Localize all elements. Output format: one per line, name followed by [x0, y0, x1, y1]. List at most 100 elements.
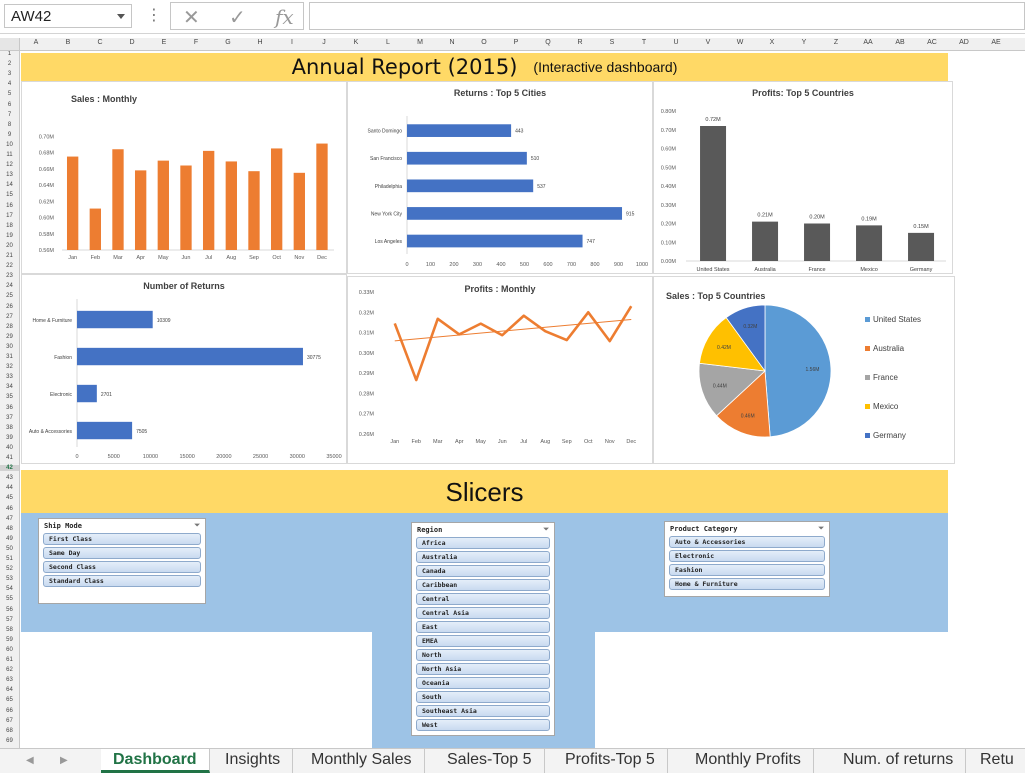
- column-header-G[interactable]: G: [212, 39, 244, 46]
- row-header-12[interactable]: 12: [0, 162, 19, 168]
- row-header-26[interactable]: 26: [0, 304, 19, 310]
- column-header-C[interactable]: C: [84, 39, 116, 46]
- sheet-tab[interactable]: Monthly Profits: [683, 749, 814, 773]
- slicer-item[interactable]: Central Asia: [416, 607, 550, 619]
- row-header-15[interactable]: 15: [0, 192, 19, 198]
- column-header-AB[interactable]: AB: [884, 39, 916, 46]
- row-header-28[interactable]: 28: [0, 324, 19, 330]
- slicer-item[interactable]: Auto & Accessories: [669, 536, 825, 548]
- row-header-27[interactable]: 27: [0, 314, 19, 320]
- name-box[interactable]: AW42: [4, 4, 132, 28]
- row-header-9[interactable]: 9: [0, 132, 19, 138]
- row-header-53[interactable]: 53: [0, 576, 19, 582]
- sheet-tab[interactable]: Retu: [968, 749, 1025, 773]
- chart-sales-monthly[interactable]: Sales : Monthly 0.56M 0.58M 0.60M 0.62M 0.64…: [21, 81, 347, 274]
- cancel-icon[interactable]: ✕: [183, 5, 200, 30]
- column-header-D[interactable]: D: [116, 39, 148, 46]
- row-header-60[interactable]: 60: [0, 647, 19, 653]
- sheet-tab[interactable]: Insights: [213, 749, 294, 773]
- column-header-AA[interactable]: AA: [852, 39, 884, 46]
- row-header-33[interactable]: 33: [0, 374, 19, 380]
- slicer-item[interactable]: Caribbean: [416, 579, 550, 591]
- slicer-ship-mode[interactable]: Ship Mode ⏷ First Class Same Day Second Cla…: [38, 518, 206, 604]
- row-header-68[interactable]: 68: [0, 728, 19, 734]
- column-header-F[interactable]: F: [180, 39, 212, 46]
- row-header-54[interactable]: 54: [0, 586, 19, 592]
- row-header-8[interactable]: 8: [0, 122, 19, 128]
- column-header-AE[interactable]: AE: [980, 39, 1012, 46]
- row-header-48[interactable]: 48: [0, 526, 19, 532]
- column-header-Z[interactable]: Z: [820, 39, 852, 46]
- slicer-item[interactable]: Same Day: [43, 547, 201, 559]
- row-header-38[interactable]: 38: [0, 425, 19, 431]
- row-header-14[interactable]: 14: [0, 182, 19, 188]
- check-icon[interactable]: ✓: [229, 5, 246, 30]
- more-options-icon[interactable]: ⋮: [146, 5, 162, 25]
- slicer-item[interactable]: First Class: [43, 533, 201, 545]
- slicer-item[interactable]: Home & Furniture: [669, 578, 825, 590]
- row-header-35[interactable]: 35: [0, 394, 19, 400]
- column-header-T[interactable]: T: [628, 39, 660, 46]
- row-header-64[interactable]: 64: [0, 687, 19, 693]
- column-header-H[interactable]: H: [244, 39, 276, 46]
- sheet-tab[interactable]: Num. of returns: [831, 749, 967, 773]
- row-header-61[interactable]: 61: [0, 657, 19, 663]
- row-header-25[interactable]: 25: [0, 293, 19, 299]
- column-header-W[interactable]: W: [724, 39, 756, 46]
- row-header-42[interactable]: 42: [0, 465, 19, 472]
- row-header-23[interactable]: 23: [0, 273, 19, 279]
- row-header-51[interactable]: 51: [0, 556, 19, 562]
- slicer-region[interactable]: Region ⏷ Africa Australia Canada Caribbean Ce…: [411, 522, 555, 736]
- column-header-AC[interactable]: AC: [916, 39, 948, 46]
- row-header-49[interactable]: 49: [0, 536, 19, 542]
- chart-profits-top5-countries[interactable]: Profits: Top 5 Countries 0.00M 0.10M 0.20M…: [653, 81, 953, 274]
- column-header-S[interactable]: S: [596, 39, 628, 46]
- column-header-U[interactable]: U: [660, 39, 692, 46]
- row-header-67[interactable]: 67: [0, 718, 19, 724]
- column-header-V[interactable]: V: [692, 39, 724, 46]
- slicer-item[interactable]: Second Class: [43, 561, 201, 573]
- row-header-59[interactable]: 59: [0, 637, 19, 643]
- sheet-tab[interactable]: Monthly Sales: [299, 749, 425, 773]
- slicer-item[interactable]: West: [416, 719, 550, 731]
- column-header-B[interactable]: B: [52, 39, 84, 46]
- column-header-A[interactable]: A: [20, 39, 52, 46]
- row-header-29[interactable]: 29: [0, 334, 19, 340]
- scroll-left-icon[interactable]: ◀: [26, 755, 34, 766]
- slicer-item[interactable]: South: [416, 691, 550, 703]
- slicer-item[interactable]: Southeast Asia: [416, 705, 550, 717]
- row-header-50[interactable]: 50: [0, 546, 19, 552]
- row-header-57[interactable]: 57: [0, 617, 19, 623]
- clear-filter-icon[interactable]: ⏷: [543, 525, 549, 534]
- slicer-item[interactable]: Fashion: [669, 564, 825, 576]
- column-header-N[interactable]: N: [436, 39, 468, 46]
- row-header-47[interactable]: 47: [0, 516, 19, 522]
- column-header-K[interactable]: K: [340, 39, 372, 46]
- row-header-56[interactable]: 56: [0, 607, 19, 613]
- row-header-32[interactable]: 32: [0, 364, 19, 370]
- slicer-item[interactable]: East: [416, 621, 550, 633]
- row-header-4[interactable]: 4: [0, 81, 19, 87]
- chart-returns-top5-cities[interactable]: Returns : Top 5 Cities 0 100 200 300 400 500 6…: [347, 81, 653, 274]
- row-header-40[interactable]: 40: [0, 445, 19, 451]
- row-header-18[interactable]: 18: [0, 223, 19, 229]
- row-header-65[interactable]: 65: [0, 697, 19, 703]
- column-header-E[interactable]: E: [148, 39, 180, 46]
- row-header-3[interactable]: 3: [0, 71, 19, 77]
- row-header-31[interactable]: 31: [0, 354, 19, 360]
- slicer-item[interactable]: Canada: [416, 565, 550, 577]
- column-header-AD[interactable]: AD: [948, 39, 980, 46]
- row-header-52[interactable]: 52: [0, 566, 19, 572]
- row-header-69[interactable]: 69: [0, 738, 19, 744]
- row-header-44[interactable]: 44: [0, 485, 19, 491]
- slicer-item[interactable]: Oceania: [416, 677, 550, 689]
- row-header-39[interactable]: 39: [0, 435, 19, 441]
- function-icon[interactable]: fx: [275, 5, 294, 29]
- row-header-58[interactable]: 58: [0, 627, 19, 633]
- row-header-13[interactable]: 13: [0, 172, 19, 178]
- column-header-J[interactable]: J: [308, 39, 340, 46]
- slicer-item[interactable]: EMEA: [416, 635, 550, 647]
- row-header-24[interactable]: 24: [0, 283, 19, 289]
- row-header-7[interactable]: 7: [0, 112, 19, 118]
- row-header-10[interactable]: 10: [0, 142, 19, 148]
